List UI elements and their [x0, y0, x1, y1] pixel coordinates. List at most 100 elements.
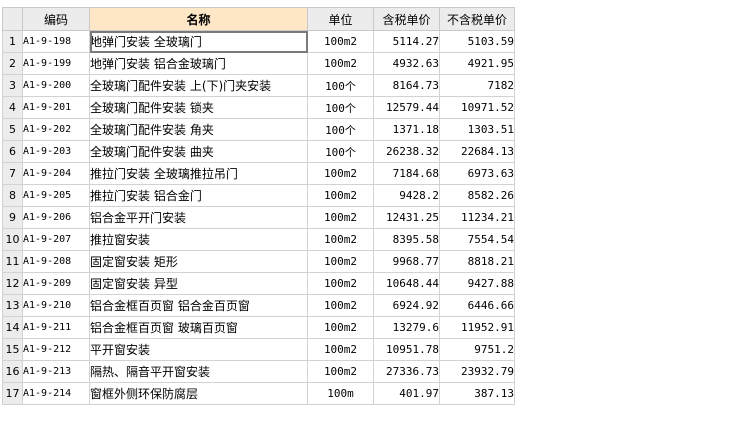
- row-number[interactable]: 9: [2, 206, 23, 229]
- table-row[interactable]: 12 A1-9-209 固定窗安装 异型 100m2 10648.44 9427…: [2, 272, 515, 295]
- table-row[interactable]: 13 A1-9-210 铝合金框百页窗 铝合金百页窗 100m2 6924.92…: [2, 294, 515, 317]
- cell-unit[interactable]: 100m2: [307, 294, 374, 317]
- cell-code[interactable]: A1-9-202: [22, 118, 90, 141]
- column-header-code[interactable]: 编码: [22, 7, 90, 31]
- cell-price-tax[interactable]: 4932.63: [373, 52, 440, 75]
- cell-name[interactable]: 铝合金框百页窗 铝合金百页窗: [89, 294, 308, 317]
- cell-price-tax[interactable]: 5114.27: [373, 30, 440, 53]
- cell-name[interactable]: 窗框外侧环保防腐层: [89, 382, 308, 405]
- cell-code[interactable]: A1-9-210: [22, 294, 90, 317]
- table-row[interactable]: 11 A1-9-208 固定窗安装 矩形 100m2 9968.77 8818.…: [2, 250, 515, 273]
- cell-name[interactable]: 平开窗安装: [89, 338, 308, 361]
- cell-price-tax[interactable]: 9968.77: [373, 250, 440, 273]
- cell-code[interactable]: A1-9-198: [22, 30, 90, 53]
- row-number[interactable]: 6: [2, 140, 23, 163]
- cell-price-notax[interactable]: 9427.88: [439, 272, 515, 295]
- cell-price-tax[interactable]: 12579.44: [373, 96, 440, 119]
- cell-price-notax[interactable]: 23932.79: [439, 360, 515, 383]
- cell-name[interactable]: 隔热、隔音平开窗安装: [89, 360, 308, 383]
- row-number[interactable]: 12: [2, 272, 23, 295]
- cell-unit[interactable]: 100m2: [307, 338, 374, 361]
- cell-code[interactable]: A1-9-211: [22, 316, 90, 339]
- row-number[interactable]: 7: [2, 162, 23, 185]
- cell-price-notax[interactable]: 6446.66: [439, 294, 515, 317]
- cell-price-tax[interactable]: 27336.73: [373, 360, 440, 383]
- row-number[interactable]: 11: [2, 250, 23, 273]
- cell-price-notax[interactable]: 4921.95: [439, 52, 515, 75]
- cell-unit[interactable]: 100个: [307, 118, 374, 141]
- cell-code[interactable]: A1-9-209: [22, 272, 90, 295]
- cell-code[interactable]: A1-9-206: [22, 206, 90, 229]
- table-row[interactable]: 15 A1-9-212 平开窗安装 100m2 10951.78 9751.2: [2, 338, 515, 361]
- column-header-name[interactable]: 名称: [89, 7, 308, 31]
- cell-price-notax[interactable]: 6973.63: [439, 162, 515, 185]
- cell-unit[interactable]: 100m2: [307, 272, 374, 295]
- row-number[interactable]: 5: [2, 118, 23, 141]
- cell-code[interactable]: A1-9-203: [22, 140, 90, 163]
- column-header-price-notax[interactable]: 不含税单价: [439, 7, 515, 31]
- cell-price-tax[interactable]: 26238.32: [373, 140, 440, 163]
- cell-name[interactable]: 全玻璃门配件安装 角夹: [89, 118, 308, 141]
- table-row[interactable]: 5 A1-9-202 全玻璃门配件安装 角夹 100个 1371.18 1303…: [2, 118, 515, 141]
- cell-code[interactable]: A1-9-212: [22, 338, 90, 361]
- table-row[interactable]: 2 A1-9-199 地弹门安装 铝合金玻璃门 100m2 4932.63 49…: [2, 52, 515, 75]
- column-header-unit[interactable]: 单位: [307, 7, 374, 31]
- table-row[interactable]: 3 A1-9-200 全玻璃门配件安装 上(下)门夹安装 100个 8164.7…: [2, 74, 515, 97]
- cell-code[interactable]: A1-9-207: [22, 228, 90, 251]
- row-number[interactable]: 1: [2, 30, 23, 53]
- cell-unit[interactable]: 100m2: [307, 360, 374, 383]
- cell-unit[interactable]: 100m2: [307, 52, 374, 75]
- cell-code[interactable]: A1-9-199: [22, 52, 90, 75]
- cell-price-tax[interactable]: 12431.25: [373, 206, 440, 229]
- table-row[interactable]: 14 A1-9-211 铝合金框百页窗 玻璃百页窗 100m2 13279.6 …: [2, 316, 515, 339]
- row-number[interactable]: 10: [2, 228, 23, 251]
- row-number[interactable]: 2: [2, 52, 23, 75]
- table-row[interactable]: 9 A1-9-206 铝合金平开门安装 100m2 12431.25 11234…: [2, 206, 515, 229]
- row-number[interactable]: 16: [2, 360, 23, 383]
- table-row[interactable]: 1 A1-9-198 地弹门安装 全玻璃门 100m2 5114.27 5103…: [2, 30, 515, 53]
- cell-name[interactable]: 固定窗安装 异型: [89, 272, 308, 295]
- cell-price-notax[interactable]: 11234.21: [439, 206, 515, 229]
- cell-name-selected[interactable]: 地弹门安装 全玻璃门: [89, 30, 308, 53]
- cell-code[interactable]: A1-9-201: [22, 96, 90, 119]
- row-number[interactable]: 3: [2, 74, 23, 97]
- cell-price-tax[interactable]: 7184.68: [373, 162, 440, 185]
- cell-name[interactable]: 铝合金框百页窗 玻璃百页窗: [89, 316, 308, 339]
- cell-price-tax[interactable]: 401.97: [373, 382, 440, 405]
- cell-name[interactable]: 全玻璃门配件安装 上(下)门夹安装: [89, 74, 308, 97]
- cell-name[interactable]: 推拉窗安装: [89, 228, 308, 251]
- cell-price-notax[interactable]: 1303.51: [439, 118, 515, 141]
- table-row[interactable]: 8 A1-9-205 推拉门安装 铝合金门 100m2 9428.2 8582.…: [2, 184, 515, 207]
- row-number[interactable]: 13: [2, 294, 23, 317]
- cell-name[interactable]: 铝合金平开门安装: [89, 206, 308, 229]
- cell-price-notax[interactable]: 8818.21: [439, 250, 515, 273]
- cell-code[interactable]: A1-9-204: [22, 162, 90, 185]
- cell-unit[interactable]: 100个: [307, 140, 374, 163]
- row-number[interactable]: 14: [2, 316, 23, 339]
- cell-code[interactable]: A1-9-200: [22, 74, 90, 97]
- cell-price-tax[interactable]: 6924.92: [373, 294, 440, 317]
- cell-unit[interactable]: 100m2: [307, 206, 374, 229]
- column-header-price-tax[interactable]: 含税单价: [373, 7, 440, 31]
- cell-name[interactable]: 固定窗安装 矩形: [89, 250, 308, 273]
- cell-code[interactable]: A1-9-214: [22, 382, 90, 405]
- table-row[interactable]: 17 A1-9-214 窗框外侧环保防腐层 100m 401.97 387.13: [2, 382, 515, 405]
- table-row[interactable]: 16 A1-9-213 隔热、隔音平开窗安装 100m2 27336.73 23…: [2, 360, 515, 383]
- cell-name[interactable]: 全玻璃门配件安装 锁夹: [89, 96, 308, 119]
- cell-unit[interactable]: 100m2: [307, 228, 374, 251]
- cell-price-notax[interactable]: 387.13: [439, 382, 515, 405]
- cell-price-tax[interactable]: 10648.44: [373, 272, 440, 295]
- row-number[interactable]: 15: [2, 338, 23, 361]
- cell-unit[interactable]: 100个: [307, 96, 374, 119]
- row-number[interactable]: 8: [2, 184, 23, 207]
- cell-price-notax[interactable]: 7554.54: [439, 228, 515, 251]
- table-row[interactable]: 6 A1-9-203 全玻璃门配件安装 曲夹 100个 26238.32 226…: [2, 140, 515, 163]
- cell-unit[interactable]: 100m2: [307, 316, 374, 339]
- cell-unit[interactable]: 100m2: [307, 162, 374, 185]
- cell-code[interactable]: A1-9-213: [22, 360, 90, 383]
- cell-price-tax[interactable]: 1371.18: [373, 118, 440, 141]
- table-row[interactable]: 4 A1-9-201 全玻璃门配件安装 锁夹 100个 12579.44 109…: [2, 96, 515, 119]
- cell-name[interactable]: 推拉门安装 全玻璃推拉吊门: [89, 162, 308, 185]
- cell-unit[interactable]: 100m: [307, 382, 374, 405]
- cell-price-notax[interactable]: 7182: [439, 74, 515, 97]
